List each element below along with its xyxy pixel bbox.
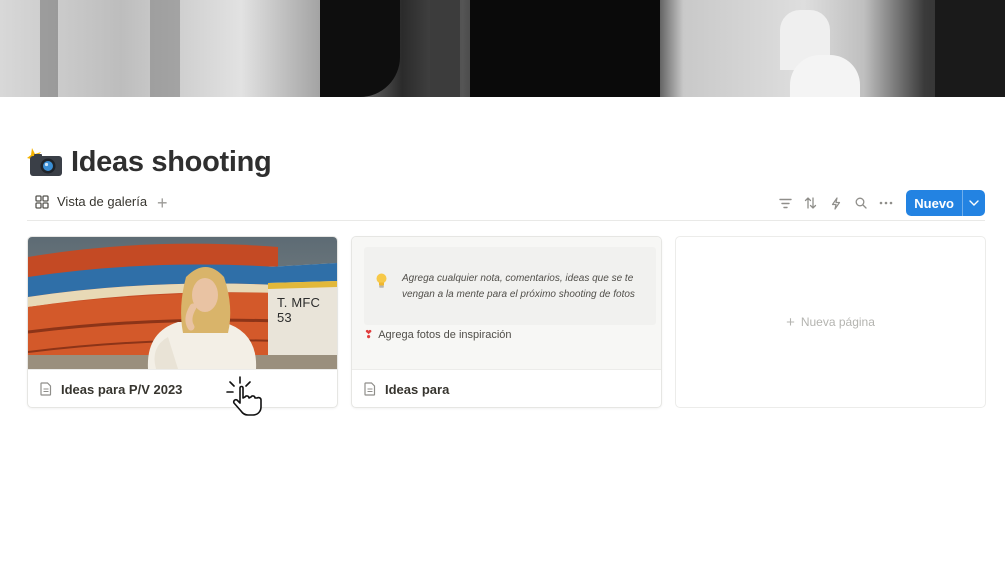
new-dropdown-button[interactable] <box>962 190 985 216</box>
callout-text: Agrega cualquier nota, comentarios, idea… <box>402 273 635 300</box>
more-icon[interactable] <box>873 190 898 216</box>
tab-gallery-view-label: Vista de galería <box>57 194 148 209</box>
card-cover-image: T. MFC 53 <box>28 237 337 369</box>
gallery-card[interactable]: T. MFC 53 Ideas para P/V 2023 <box>27 236 338 408</box>
page-doc-icon <box>40 382 52 396</box>
boat-registration-text: T. MFC 53 <box>277 295 321 325</box>
inspiration-text: Agrega fotos de inspiración <box>378 328 512 341</box>
chevron-down-icon <box>969 200 979 206</box>
add-view-button[interactable]: + <box>157 193 168 213</box>
pointer-hand-cursor-icon <box>226 376 262 416</box>
card-title: Ideas para <box>385 381 450 397</box>
automation-icon[interactable] <box>823 190 848 216</box>
new-page-card[interactable]: + Nueva página <box>675 236 986 408</box>
tab-gallery-view[interactable]: Vista de galería <box>35 194 147 209</box>
card-title: Ideas para P/V 2023 <box>61 381 183 397</box>
page-title: Ideas shooting <box>71 145 272 178</box>
view-bar: Vista de galería + Nuevo <box>27 190 985 221</box>
gallery-grid-icon <box>35 194 49 209</box>
card-page-preview: Agrega cualquier nota, comentarios, idea… <box>352 237 661 369</box>
callout-block: Agrega cualquier nota, comentarios, idea… <box>364 247 656 325</box>
page-cover <box>0 0 1005 97</box>
lightbulb-icon <box>376 273 387 288</box>
sort-icon[interactable] <box>798 190 823 216</box>
plus-icon: + <box>786 313 795 331</box>
pushpin-icon: ❣ <box>364 329 374 341</box>
page-doc-icon <box>364 382 376 396</box>
inspiration-line: ❣ Agrega fotos de inspiración <box>364 328 512 342</box>
gallery-card[interactable]: Agrega cualquier nota, comentarios, idea… <box>351 236 662 408</box>
view-toolbar: Nuevo <box>773 190 985 216</box>
new-button[interactable]: Nuevo <box>906 190 985 216</box>
page-header: Ideas shooting <box>27 142 272 182</box>
search-icon[interactable] <box>848 190 873 216</box>
new-button-label[interactable]: Nuevo <box>906 190 962 216</box>
card-footer: Ideas para P/V 2023 <box>28 369 337 407</box>
card-footer: Ideas para <box>352 369 661 407</box>
filter-icon[interactable] <box>773 190 798 216</box>
camera-with-flash-icon[interactable] <box>27 146 63 178</box>
new-page-label: Nueva página <box>800 315 875 329</box>
